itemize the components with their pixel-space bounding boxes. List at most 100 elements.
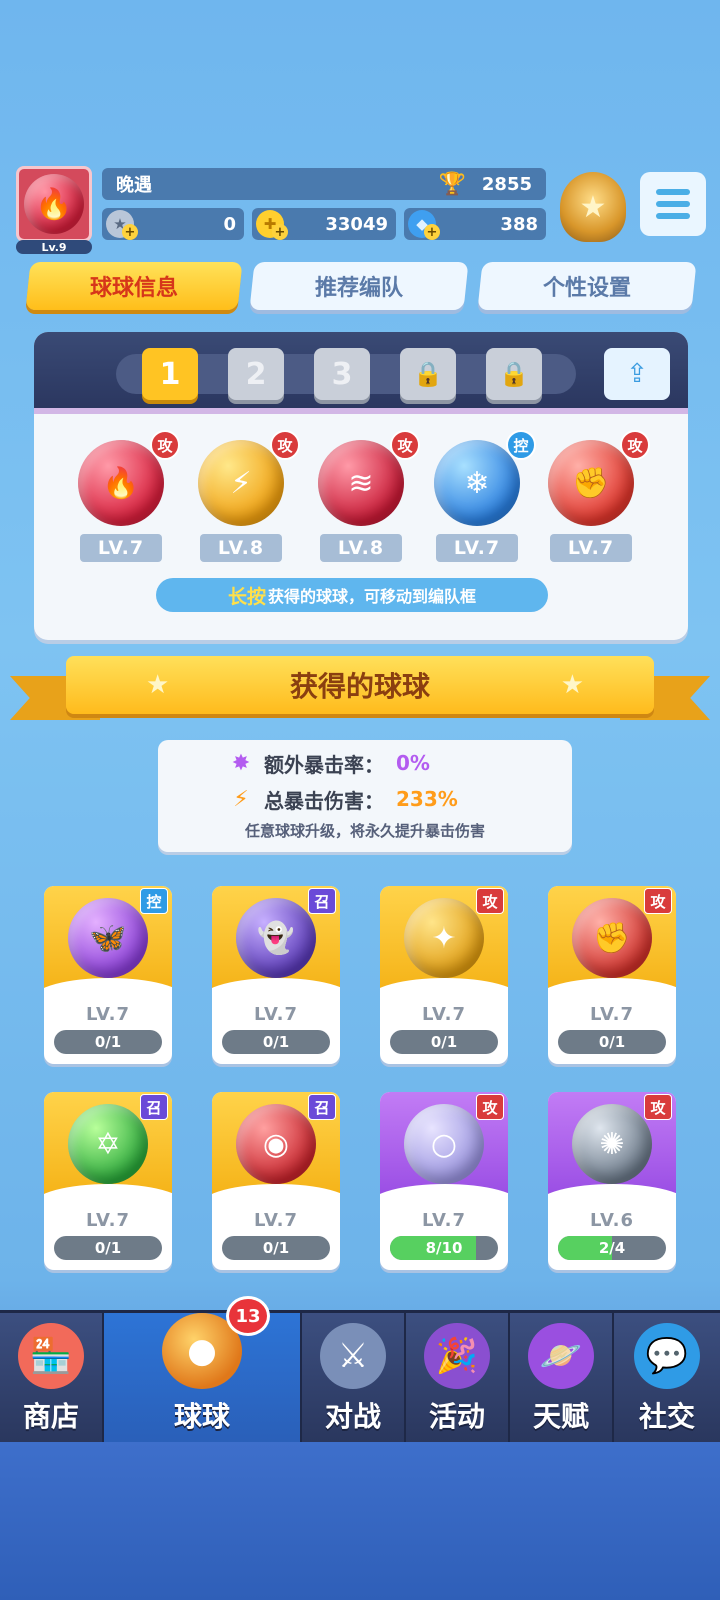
ball-card[interactable]: 🦋 控 LV.7 0/1 <box>44 886 172 1064</box>
add-gold-icon[interactable]: + <box>272 224 288 240</box>
ball-level: LV.7 <box>590 1004 634 1025</box>
extra-crit-rate-row: ✸ 额外暴击率： 0% <box>228 748 430 778</box>
hint-text: 获得的球球，可移动到编队框 <box>268 587 477 606</box>
gold-amount: 33049 <box>325 213 388 235</box>
star-icon: ★ <box>146 670 170 700</box>
ball-type-tag: 控 <box>506 430 536 460</box>
ghost-orb-icon: 👻 <box>236 898 316 978</box>
crossed-swords-icon: ⚔ <box>320 1323 386 1389</box>
vortex-orb-icon: ✺ <box>572 1104 652 1184</box>
rank-badge-icon[interactable]: ★ <box>560 172 626 242</box>
claw-orb-icon[interactable]: ≋ <box>318 440 404 526</box>
lightning-orb-icon[interactable]: ⚡ <box>198 440 284 526</box>
chat-heart-icon: 💬 <box>634 1323 700 1389</box>
nav-balls[interactable]: ● 球球 <box>104 1313 302 1445</box>
player-name-bar: 晚遇 🏆 2855 <box>102 168 546 200</box>
ball-card[interactable]: 👻 召 LV.7 0/1 <box>212 886 340 1064</box>
formation-divider <box>34 408 688 414</box>
silver-currency[interactable]: ★ + 0 <box>102 208 244 240</box>
star-icon: ★ <box>560 670 584 700</box>
ball-card[interactable]: ✺ 攻 LV.6 2/4 <box>548 1092 676 1270</box>
cannon-orb-icon: ◉ <box>236 1104 316 1184</box>
menu-button[interactable] <box>640 172 706 236</box>
formation-slot-2[interactable]: 2 <box>228 348 284 400</box>
nav-battle[interactable]: ⚔ 对战 <box>302 1313 406 1445</box>
menu-icon-line <box>656 189 690 195</box>
share-button[interactable]: ⇪ <box>604 348 670 400</box>
team-ball-level: LV.8 <box>200 534 282 562</box>
crit-burst-icon: ✸ <box>231 750 251 776</box>
butterfly-orb-icon: 🦋 <box>68 898 148 978</box>
fire-orb-icon[interactable]: 🔥 <box>78 440 164 526</box>
ball-type-tag: 攻 <box>644 888 672 914</box>
team-ball-level: LV.7 <box>80 534 162 562</box>
nav-talent[interactable]: 🪐 天赋 <box>510 1313 614 1445</box>
tab-recommended-team[interactable]: 推荐编队 <box>249 262 469 310</box>
formation-hint: 长按 获得的球球，可移动到编队框 <box>156 578 548 612</box>
total-crit-damage-label: 总暴击伤害： <box>264 788 384 813</box>
nav-social[interactable]: 💬 社交 <box>614 1313 720 1445</box>
extra-crit-rate-label: 额外暴击率： <box>264 752 384 777</box>
ball-card[interactable]: ✦ 攻 LV.7 0/1 <box>380 886 508 1064</box>
ball-type-tag: 攻 <box>620 430 650 460</box>
ball-level: LV.7 <box>86 1210 130 1231</box>
player-level: Lv.9 <box>16 240 92 254</box>
gem-currency[interactable]: ◆ + 388 <box>404 208 546 240</box>
nav-battle-label: 对战 <box>324 1400 381 1433</box>
tab-personal-settings[interactable]: 个性设置 <box>477 262 697 310</box>
progress-text: 0/1 <box>94 1033 122 1051</box>
progress-text: 8/10 <box>425 1239 463 1257</box>
nav-events-label: 活动 <box>428 1400 485 1433</box>
ball-level: LV.7 <box>422 1004 466 1025</box>
nav-balls-label: 球球 <box>173 1400 230 1433</box>
crit-note: 任意球球升级，将永久提升暴击伤害 <box>244 822 485 840</box>
trophy-count: 2855 <box>481 173 532 195</box>
section-ribbon: ★ 获得的球球 ★ <box>66 656 654 714</box>
nav-social-label: 社交 <box>638 1400 695 1433</box>
nav-events[interactable]: 🎉 活动 <box>406 1313 510 1445</box>
add-gem-icon[interactable]: + <box>424 224 440 240</box>
ice-orb-icon[interactable]: ❄ <box>434 440 520 526</box>
player-avatar[interactable]: 🔥 <box>16 166 92 242</box>
ball-level: LV.6 <box>590 1210 634 1231</box>
upgrade-progress: 0/1 <box>54 1030 162 1054</box>
extra-crit-rate-value: 0% <box>396 751 430 775</box>
ball-card[interactable]: ✡ 召 LV.7 0/1 <box>44 1092 172 1270</box>
ball-card[interactable]: ◉ 召 LV.7 0/1 <box>212 1092 340 1270</box>
section-title: 获得的球球 <box>289 670 430 703</box>
ball-type-tag: 攻 <box>476 888 504 914</box>
gold-currency[interactable]: ✚ + 33049 <box>252 208 396 240</box>
lock-icon[interactable]: 🔒 <box>400 348 456 400</box>
formation-panel: 1 2 3 🔒 🔒 ⇪ 长按 获得的球球，可移动到编队框 🔥 攻 LV.7 ⚡ 攻 LV.… <box>34 332 688 640</box>
nav-talent-label: 天赋 <box>532 1400 589 1433</box>
nav-shop[interactable]: 🏪 商店 <box>0 1313 104 1445</box>
share-icon: ⇪ <box>626 359 648 389</box>
upgrade-progress: 0/1 <box>54 1236 162 1260</box>
upgrade-progress: 0/1 <box>390 1030 498 1054</box>
player-name: 晚遇 <box>116 175 152 196</box>
menu-icon-line <box>656 213 690 219</box>
ball-card[interactable]: ○ 攻 LV.7 8/10 <box>380 1092 508 1270</box>
tab-ball-info[interactable]: 球球信息 <box>25 262 243 310</box>
total-crit-damage-row: ⚡ 总暴击伤害： 233% <box>228 784 458 814</box>
formation-slot-3[interactable]: 3 <box>314 348 370 400</box>
trophy-icon: 🏆 <box>438 171 466 197</box>
formation-slot-1[interactable]: 1 <box>142 348 198 400</box>
progress-text: 0/1 <box>598 1033 626 1051</box>
progress-text: 0/1 <box>94 1239 122 1257</box>
nav-shop-label: 商店 <box>22 1400 79 1433</box>
party-popper-icon: 🎉 <box>424 1323 490 1389</box>
lock-icon[interactable]: 🔒 <box>486 348 542 400</box>
total-crit-damage-value: 233% <box>396 787 458 811</box>
crit-stats-panel: ✸ 额外暴击率： 0% ⚡ 总暴击伤害： 233% 任意球球升级，将永久提升暴击… <box>158 740 572 852</box>
ball-level: LV.7 <box>254 1210 298 1231</box>
ball-card[interactable]: ✊ 攻 LV.7 0/1 <box>548 886 676 1064</box>
upgrade-progress: 0/1 <box>222 1236 330 1260</box>
upgrade-progress: 0/1 <box>222 1030 330 1054</box>
add-silver-icon[interactable]: + <box>122 224 138 240</box>
bubble-orb-icon: ○ <box>404 1104 484 1184</box>
menu-icon-line <box>656 201 690 207</box>
ball-type-tag: 攻 <box>270 430 300 460</box>
progress-text: 0/1 <box>430 1033 458 1051</box>
fist-orb-icon[interactable]: ✊ <box>548 440 634 526</box>
